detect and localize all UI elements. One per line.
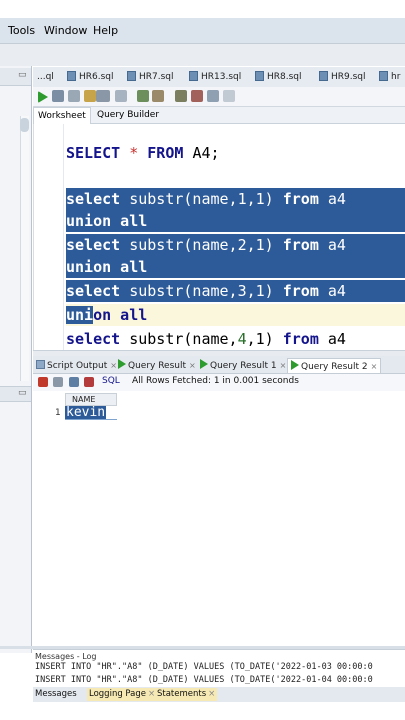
code-line-7: select substr(name,4,1) from a4 — [66, 330, 346, 348]
file-tab-label: ...ql — [37, 72, 54, 82]
menu-help[interactable]: Help — [93, 24, 118, 37]
menu-tools[interactable]: Tools — [8, 24, 35, 37]
refresh-icon[interactable] — [69, 377, 79, 387]
log-line: INSERT INTO "HR"."A8" (D_DATE) VALUES (T… — [35, 675, 373, 685]
worksheet-subtabs: Worksheet Query Builder — [33, 107, 405, 124]
tab-worksheet[interactable]: Worksheet — [33, 107, 91, 124]
editor-gutter — [34, 124, 64, 350]
close-icon[interactable]: × — [110, 361, 117, 370]
tab-script-output[interactable]: Script Output × — [36, 358, 117, 373]
result-cell[interactable]: kevin — [65, 406, 107, 420]
keyword: FROM — [147, 144, 184, 162]
tab-query-result-1[interactable]: Query Result 1 × — [200, 358, 286, 373]
script-icon — [36, 360, 45, 369]
unshared-icon[interactable] — [207, 90, 219, 102]
uppercase-icon[interactable] — [223, 90, 235, 102]
file-tabs: ...ql HR6.sql HR7.sql HR13.sql HR8.sql H… — [33, 67, 405, 87]
file-tab-label: HR6.sql — [79, 72, 114, 82]
code-line-partial: union all — [66, 306, 148, 324]
result-toolbar: SQL All Rows Fetched: 1 in 0.001 seconds — [33, 374, 405, 391]
explain-plan-icon[interactable] — [96, 90, 110, 102]
messages-log: Messages - Log INSERT INTO "HR"."A8" (D_… — [33, 649, 405, 687]
sql-file-icon — [379, 71, 388, 81]
menu-bar: Tools Window Help — [0, 18, 405, 44]
connections-panel-header: ▭ — [0, 68, 31, 86]
code-line-selected: select substr(name,3,1) from a4 — [66, 280, 405, 302]
pin-icon[interactable] — [38, 377, 48, 387]
log-line: INSERT INTO "HR"."A8" (D_DATE) VALUES (T… — [35, 662, 373, 672]
tab-statements[interactable]: Statements × — [155, 688, 218, 701]
keyword: SELECT — [66, 144, 121, 162]
eraser-icon[interactable] — [191, 90, 203, 102]
cancel-fetch-icon[interactable] — [84, 377, 94, 387]
file-tab[interactable]: HR13.sql — [189, 70, 241, 86]
tab-query-result-2[interactable]: Query Result 2 × — [287, 358, 382, 373]
file-tab-label: HR7.sql — [139, 72, 174, 82]
close-icon[interactable]: × — [371, 362, 378, 371]
run-icon — [118, 359, 126, 369]
run-script-icon[interactable] — [52, 90, 64, 102]
code-line-selected: union all — [66, 256, 405, 278]
history-icon[interactable] — [152, 90, 164, 102]
file-tab[interactable]: HR9.sql — [319, 70, 366, 86]
close-icon[interactable]: × — [208, 689, 215, 699]
log-tabs: Messages Logging Page × Statements × — [33, 687, 405, 702]
file-tab[interactable]: HR8.sql — [255, 70, 302, 86]
file-tab-label: HR8.sql — [267, 72, 302, 82]
run-icon — [291, 360, 299, 370]
cell-underline — [65, 419, 117, 420]
panel-scroll-thumb[interactable] — [20, 118, 29, 132]
sql-file-icon — [127, 71, 136, 81]
code-line-selected: select substr(name,1,1) from a4 — [66, 188, 405, 210]
rollback-icon[interactable] — [84, 90, 96, 102]
panel-scrollbar[interactable] — [20, 116, 29, 381]
reports-panel-header: ▭ — [0, 386, 31, 402]
star-token: * — [129, 144, 139, 162]
file-tab[interactable]: HR7.sql — [127, 70, 174, 86]
sql-file-icon — [67, 71, 76, 81]
code-line-selected: union all — [66, 210, 405, 232]
file-tab-label: HR9.sql — [331, 72, 366, 82]
top-blank — [0, 0, 405, 18]
file-tab[interactable]: HR6.sql — [67, 70, 114, 86]
minimize-icon[interactable]: ▭ — [18, 70, 27, 80]
tab-logging-page[interactable]: Logging Page × — [87, 688, 158, 701]
close-icon[interactable]: × — [280, 361, 287, 370]
sql-editor[interactable]: SELECT * FROM A4; select substr(name,1,1… — [33, 124, 405, 350]
autotrace-icon[interactable] — [115, 90, 127, 102]
close-icon[interactable]: × — [189, 361, 196, 370]
bottom-blank — [0, 702, 405, 720]
log-title: Messages - Log — [35, 652, 97, 661]
sql-file-icon — [255, 71, 264, 81]
export-icon[interactable] — [53, 377, 63, 387]
clear-icon[interactable] — [137, 90, 149, 102]
file-tab[interactable]: ...ql — [37, 70, 54, 86]
code-line-selected: select substr(name,2,1) from a4 — [66, 234, 405, 256]
sql-button[interactable]: SQL — [102, 376, 120, 386]
sql-file-icon — [319, 71, 328, 81]
toolbar-strip — [0, 44, 405, 66]
result-grid[interactable]: NAME 1 kevin — [33, 391, 405, 646]
tab-query-result[interactable]: Query Result × — [118, 358, 196, 373]
code-line-1: SELECT * FROM A4; — [66, 142, 220, 164]
tab-messages[interactable]: Messages — [33, 688, 79, 701]
file-tab-label: HR13.sql — [201, 72, 242, 82]
result-tabs: Script Output × Query Result × Query Resul… — [33, 356, 405, 374]
row-number: 1 — [55, 408, 61, 418]
commit-icon[interactable] — [68, 90, 80, 102]
file-tab-label: hr — [391, 72, 401, 82]
connections-panel: ▭ ▭ — [0, 66, 32, 653]
sql-file-icon — [189, 71, 198, 81]
tab-query-builder[interactable]: Query Builder — [93, 107, 163, 124]
minimize-icon[interactable]: ▭ — [18, 388, 27, 398]
worksheet-toolbar — [33, 87, 405, 107]
run-icon — [200, 359, 208, 369]
file-tab[interactable]: hr — [379, 70, 400, 86]
run-statement-icon[interactable] — [38, 91, 48, 103]
fetch-status: All Rows Fetched: 1 in 0.001 seconds — [132, 376, 299, 386]
format-icon[interactable] — [175, 90, 187, 102]
table-token: A4; — [192, 144, 220, 162]
menu-window[interactable]: Window — [44, 24, 87, 37]
